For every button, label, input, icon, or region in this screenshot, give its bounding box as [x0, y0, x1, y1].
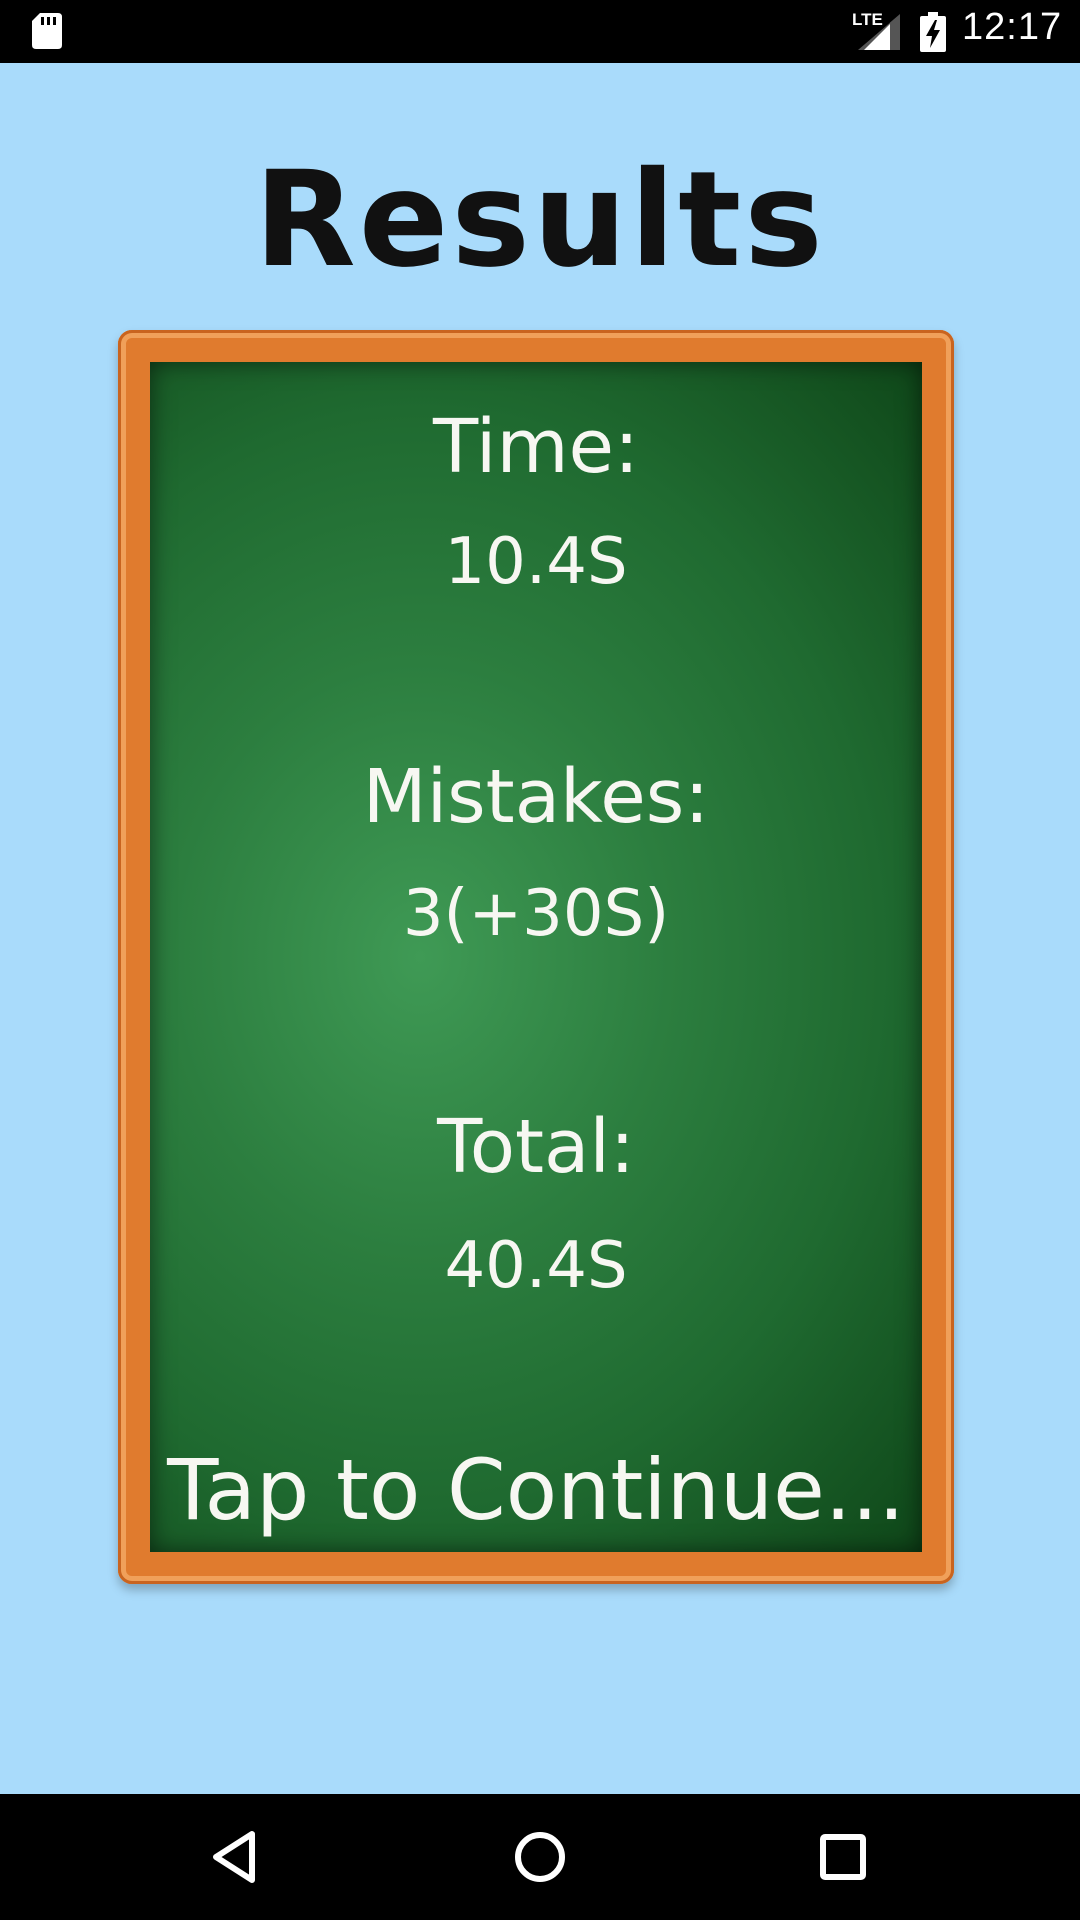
chalkboard-frame[interactable]: Time: 10.4S Mistakes: 3(+30S) Total: 40.… — [118, 330, 954, 1584]
signal-icon — [858, 14, 900, 50]
navigation-bar — [0, 1794, 1080, 1920]
total-label: Total: — [437, 1104, 635, 1190]
recents-icon[interactable] — [808, 1822, 878, 1892]
battery-charging-icon — [920, 12, 946, 52]
home-icon[interactable] — [505, 1822, 575, 1892]
page-title: Results — [254, 143, 826, 297]
time-label: Time: — [432, 404, 640, 490]
mistakes-value: 3(+30S) — [402, 877, 670, 951]
total-value: 40.4S — [444, 1229, 628, 1303]
chalkboard[interactable]: Time: 10.4S Mistakes: 3(+30S) Total: 40.… — [150, 362, 922, 1552]
sd-card-icon — [32, 13, 62, 49]
time-value: 10.4S — [444, 525, 628, 599]
back-icon[interactable] — [200, 1822, 270, 1892]
mistakes-label: Mistakes: — [362, 754, 710, 840]
status-clock: 12:17 — [962, 6, 1063, 48]
status-bar: LTE 12:17 — [0, 0, 1080, 63]
tap-to-continue-button[interactable]: Tap to Continue... — [150, 1440, 922, 1540]
